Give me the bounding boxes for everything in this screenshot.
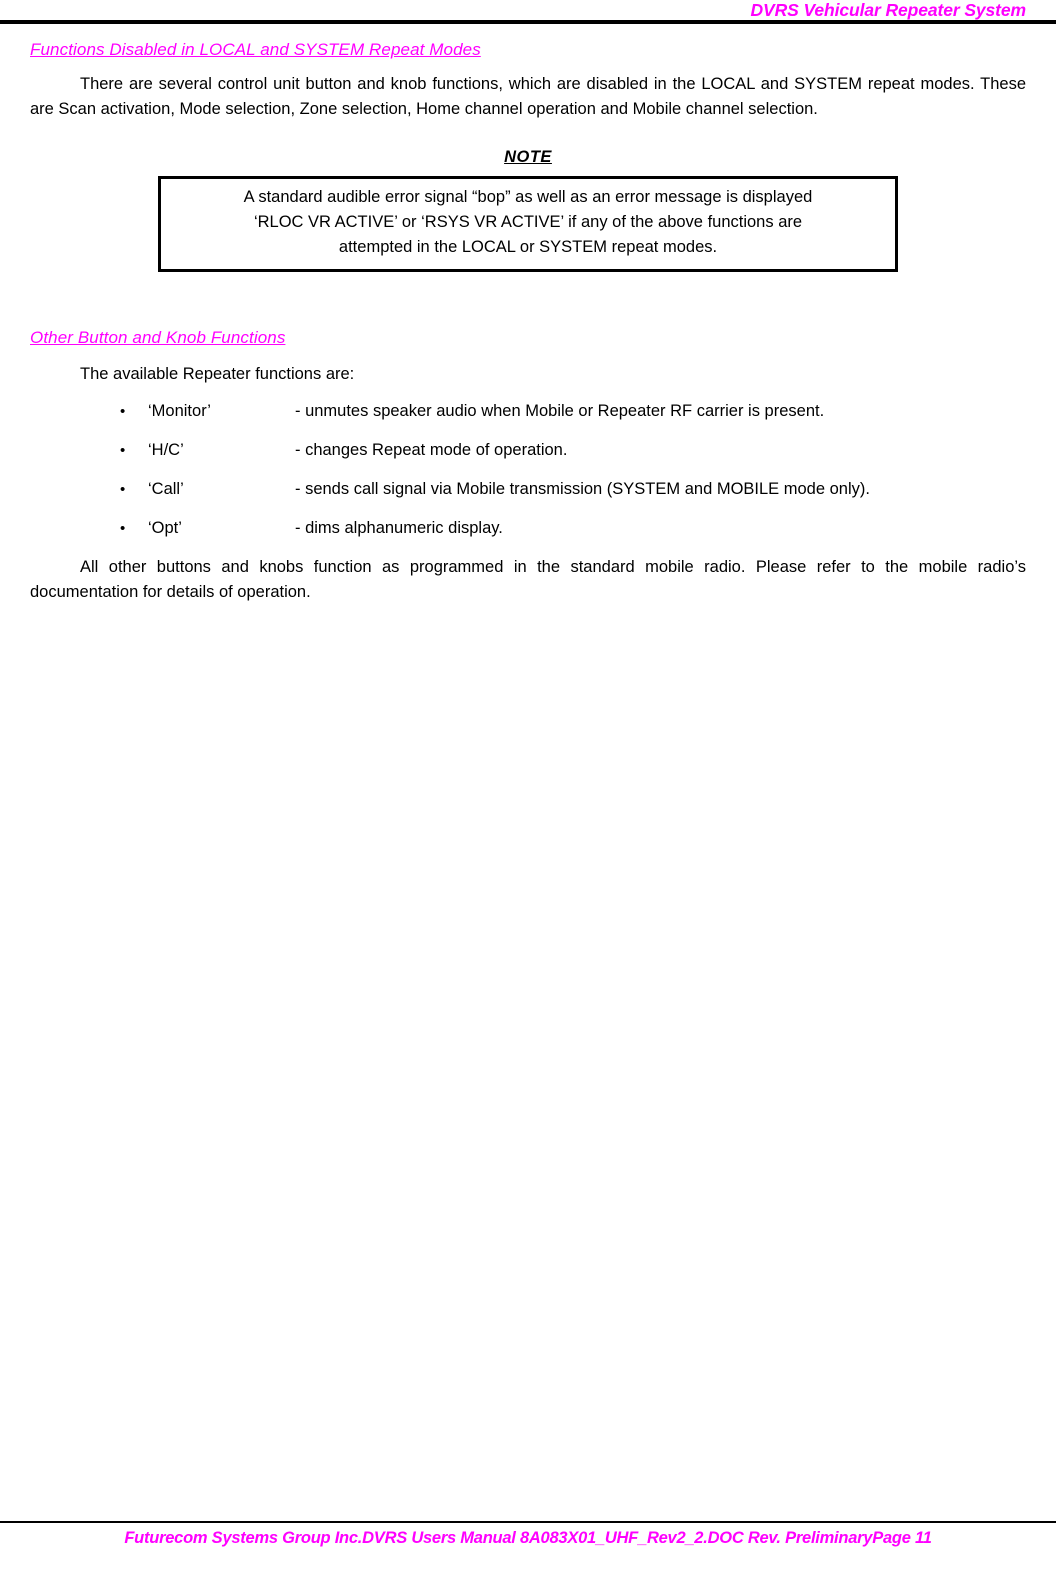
note-box: A standard audible error signal “bop” as… [158, 176, 898, 272]
repeater-function-list: • ‘Monitor’ - unmutes speaker audio when… [30, 399, 1026, 541]
section-heading-other-functions: Other Button and Knob Functions [30, 328, 286, 347]
function-description: - changes Repeat mode of operation. [295, 441, 568, 459]
function-description: - unmutes speaker audio when Mobile or R… [295, 402, 825, 420]
footer-text: Futurecom Systems Group Inc.DVRS Users M… [124, 1529, 932, 1547]
list-item: • ‘Call’ - sends call signal via Mobile … [30, 477, 1026, 502]
function-description: - dims alphanumeric display. [295, 519, 503, 537]
note-line: ‘RLOC VR ACTIVE’ or ‘RSYS VR ACTIVE’ if … [253, 213, 803, 231]
footer-divider-rule [0, 1521, 1056, 1523]
bullet-icon: • [120, 403, 126, 420]
function-name: ‘Monitor’ [148, 402, 211, 420]
header-divider-rule [0, 20, 1056, 24]
section-other-functions: Other Button and Knob Functions The avai… [30, 328, 1026, 605]
bullet-icon: • [120, 442, 126, 459]
paragraph-lead-in: The available Repeater functions are: [80, 365, 355, 383]
page-footer: Futurecom Systems Group Inc.DVRS Users M… [0, 1521, 1056, 1569]
note-label: NOTE [504, 148, 552, 166]
note-line: A standard audible error signal “bop” as… [243, 188, 813, 206]
section-heading-functions-disabled: Functions Disabled in LOCAL and SYSTEM R… [30, 40, 481, 59]
bullet-icon: • [120, 520, 126, 537]
note-callout: NOTE A standard audible error signal “bo… [30, 148, 1026, 272]
header-title: DVRS Vehicular Repeater System [750, 0, 1027, 20]
list-item: • ‘Monitor’ - unmutes speaker audio when… [30, 399, 1026, 424]
function-description: - sends call signal via Mobile transmiss… [295, 480, 870, 498]
document-page: DVRS Vehicular Repeater System Functions… [0, 0, 1056, 1569]
list-item: • ‘Opt’ - dims alphanumeric display. [30, 516, 1026, 541]
section-functions-disabled: Functions Disabled in LOCAL and SYSTEM R… [30, 40, 1026, 122]
paragraph-closing: All other buttons and knobs function as … [30, 558, 1026, 601]
function-name: ‘Opt’ [148, 519, 182, 537]
function-name: ‘Call’ [148, 480, 184, 498]
document-body: Functions Disabled in LOCAL and SYSTEM R… [30, 40, 1026, 605]
function-name: ‘H/C’ [148, 441, 184, 459]
list-item: • ‘H/C’ - changes Repeat mode of operati… [30, 438, 1026, 463]
bullet-icon: • [120, 481, 126, 498]
note-line: attempted in the LOCAL or SYSTEM repeat … [338, 238, 718, 256]
paragraph-functions-disabled: There are several control unit button an… [30, 75, 1026, 118]
